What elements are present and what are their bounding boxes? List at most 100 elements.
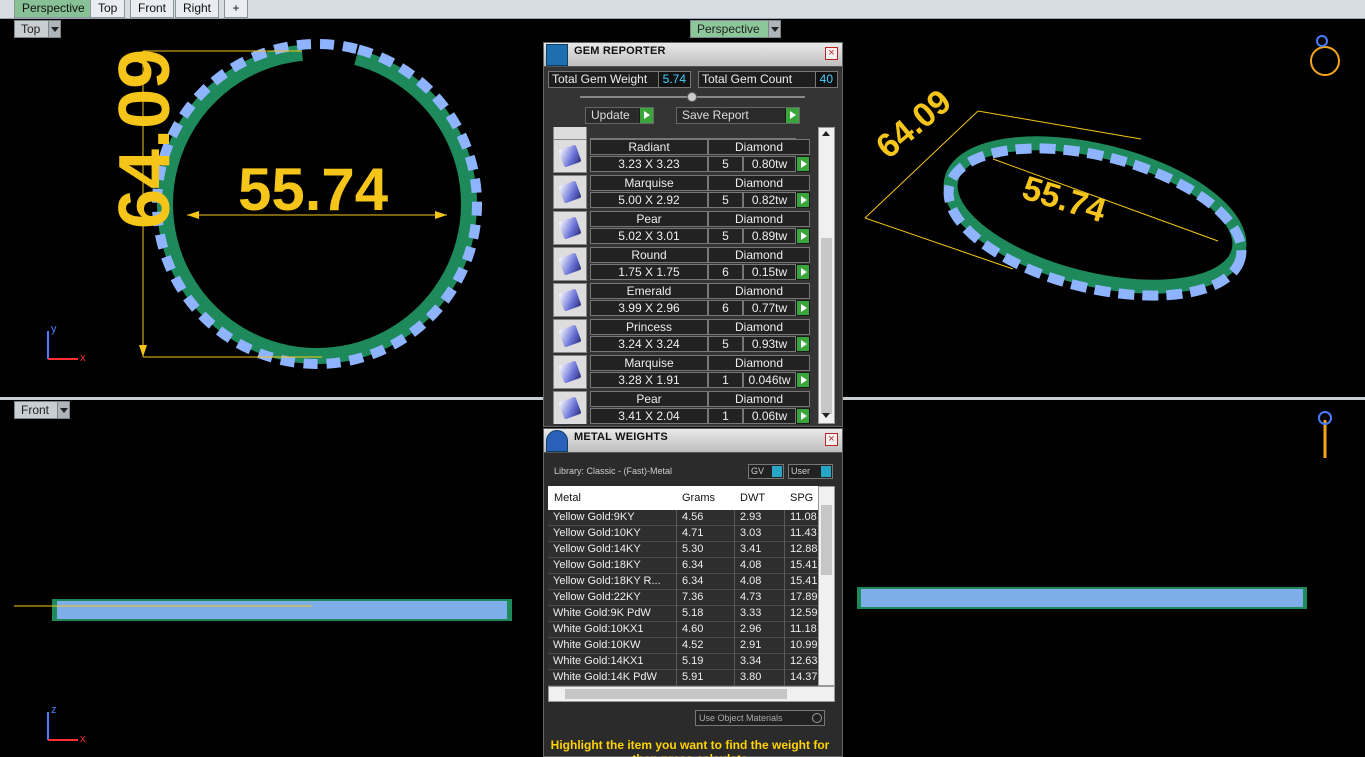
gem-size: 1.75 X 1.75	[590, 264, 708, 280]
scroll-down-icon[interactable]	[822, 413, 830, 418]
splitter-handle-icon[interactable]	[687, 92, 697, 102]
metal-row[interactable]: White Gold:14KX1 5.19 3.34 12.63	[548, 654, 818, 670]
viewport-perspective[interactable]: 64.09 55.74	[843, 19, 1365, 397]
gem-row[interactable]: Round Diamond 1.75 X 1.75 6 0.15tw	[553, 247, 810, 281]
gv-toggle[interactable]: GV	[748, 464, 784, 479]
metal-cell: 2.93	[735, 510, 785, 526]
metal-cell: 11.18	[785, 622, 818, 638]
gem-shape: Princess	[590, 319, 708, 335]
metal-row[interactable]: Yellow Gold:9KY 4.56 2.93 11.08	[548, 510, 818, 526]
metal-scroll-thumb[interactable]	[821, 505, 832, 575]
viewport-right[interactable]	[843, 400, 1365, 757]
gem-material: Diamond	[708, 211, 810, 227]
gem-reporter-titlebar[interactable]: GEM REPORTER ×	[544, 43, 842, 67]
col-spg[interactable]: SPG	[790, 492, 813, 504]
metal-row[interactable]: White Gold:9K PdW 5.18 3.33 12.59	[548, 606, 818, 622]
gem-thumbnail	[553, 391, 587, 424]
metal-row[interactable]: Yellow Gold:14KY 5.30 3.41 12.88	[548, 542, 818, 558]
select-gem-button[interactable]	[796, 264, 810, 280]
update-button-label: Update	[591, 108, 630, 122]
select-gem-button[interactable]	[796, 372, 810, 388]
gem-row[interactable]: Emerald Diamond 3.99 X 2.96 6 0.77tw	[553, 283, 810, 317]
gem-row[interactable]: Pear Diamond 5.02 X 3.01 5 0.89tw	[553, 211, 810, 245]
save-report-button[interactable]: Save Report	[676, 107, 800, 124]
user-toggle[interactable]: User	[788, 464, 833, 479]
viewport-front[interactable]: Front z x	[12, 400, 540, 757]
metal-scroll-thumb-h[interactable]	[565, 689, 787, 699]
metal-table: Metal Grams DWT SPG Yellow Gold:9KY 4.56 2…	[548, 486, 818, 686]
gem-size: 5.02 X 3.01	[590, 228, 708, 244]
scroll-up-icon[interactable]	[822, 131, 830, 136]
axis-z-label: z	[51, 704, 57, 716]
gem-list: 4.04 X 2.9761.26twRadiantDiamond3.23 X 3…	[548, 127, 814, 424]
select-gem-button[interactable]	[796, 228, 810, 244]
metal-cell: Yellow Gold:14KY	[548, 542, 677, 558]
select-gem-button[interactable]	[796, 192, 810, 208]
metal-row[interactable]: White Gold:10KX1 4.60 2.96 11.18	[548, 622, 818, 638]
metal-cell: White Gold:14KX1	[548, 654, 677, 670]
close-icon[interactable]: ×	[825, 47, 838, 60]
metal-weights-logo-icon	[546, 430, 568, 452]
viewport-perspective-label[interactable]: Perspective	[690, 20, 781, 38]
metal-table-scrollbar-v[interactable]	[818, 486, 835, 686]
tab-right[interactable]: Right	[175, 0, 220, 18]
gem-shape-icon	[558, 396, 582, 420]
add-viewport-tab-button[interactable]: +	[224, 0, 248, 18]
gem-list-scrollbar[interactable]	[818, 127, 835, 424]
metal-cell: 10.99	[785, 638, 818, 654]
metal-row[interactable]: Yellow Gold:10KY 4.71 3.03 11.43	[548, 526, 818, 542]
gem-material: Diamond	[708, 175, 810, 191]
metal-cell: 3.03	[735, 526, 785, 542]
gem-row[interactable]: Marquise Diamond 5.00 X 2.92 5 0.82tw	[553, 175, 810, 209]
metal-cell: 11.43	[785, 526, 818, 542]
metal-row[interactable]: Yellow Gold:22KY 7.36 4.73 17.89	[548, 590, 818, 606]
metal-weights-titlebar[interactable]: METAL WEIGHTS ×	[544, 429, 842, 453]
select-gem-button[interactable]	[796, 300, 810, 316]
total-gem-count-label: Total Gem Count	[702, 72, 793, 86]
metal-cell: 6.34	[677, 574, 735, 590]
gem-size: 5.00 X 2.92	[590, 192, 708, 208]
rhino-window: Perspective Top Front Right + Top 64.09	[0, 0, 1365, 757]
gem-row[interactable]: Marquise Diamond 3.28 X 1.91 1 0.046tw	[553, 355, 810, 389]
gem-material: Diamond	[708, 139, 810, 155]
metal-row[interactable]: Yellow Gold:18KY 6.34 4.08 15.41	[548, 558, 818, 574]
select-gem-button[interactable]	[796, 336, 810, 352]
update-button[interactable]: Update	[585, 107, 654, 124]
total-gem-weight-label: Total Gem Weight	[552, 72, 648, 86]
tab-top[interactable]: Top	[90, 0, 126, 18]
metal-cell: 7.36	[677, 590, 735, 606]
gem-weight: 0.77tw	[743, 300, 796, 316]
close-icon[interactable]: ×	[825, 433, 838, 446]
gem-qty: 1	[708, 372, 743, 388]
save-report-button-label: Save Report	[682, 108, 749, 122]
metal-table-scrollbar-h[interactable]	[548, 686, 835, 702]
gem-shape-icon	[558, 288, 582, 312]
metal-cell: 15.41	[785, 574, 818, 590]
select-gem-button[interactable]	[796, 156, 810, 172]
viewport-tab-bar: Perspective Top Front Right +	[0, 0, 1365, 19]
metal-cell: 4.73	[735, 590, 785, 606]
col-dwt[interactable]: DWT	[740, 492, 765, 504]
metal-row[interactable]: White Gold:14K PdW 5.91 3.80 14.37	[548, 670, 818, 686]
gem-reporter-logo-icon	[546, 44, 568, 66]
chevron-down-icon[interactable]	[767, 21, 780, 37]
tab-perspective[interactable]: Perspective	[14, 0, 93, 18]
gem-row[interactable]: Radiant Diamond 3.23 X 3.23 5 0.80tw	[553, 139, 810, 173]
use-object-materials-toggle[interactable]: Use Object Materials	[695, 710, 825, 726]
gem-weight: 0.80tw	[743, 156, 796, 172]
metal-row[interactable]: White Gold:10KW 4.52 2.91 10.99	[548, 638, 818, 654]
gem-row[interactable]: Pear Diamond 3.41 X 2.04 1 0.06tw	[553, 391, 810, 424]
metal-row[interactable]: Yellow Gold:18KY R... 6.34 4.08 15.41	[548, 574, 818, 590]
viewport-top[interactable]: Top 64.09 55.74 y x	[12, 19, 540, 397]
col-grams[interactable]: Grams	[682, 492, 715, 504]
gem-weight: 0.89tw	[743, 228, 796, 244]
tab-front[interactable]: Front	[130, 0, 175, 18]
gem-list-scroll-thumb[interactable]	[821, 238, 832, 414]
select-gem-button[interactable]	[796, 408, 810, 424]
gem-size: 3.23 X 3.23	[590, 156, 708, 172]
gem-qty: 6	[708, 264, 743, 280]
gem-row[interactable]: Princess Diamond 3.24 X 3.24 5 0.93tw	[553, 319, 810, 353]
gem-shape: Round	[590, 247, 708, 263]
col-metal[interactable]: Metal	[554, 492, 581, 504]
gem-thumbnail	[553, 247, 587, 281]
